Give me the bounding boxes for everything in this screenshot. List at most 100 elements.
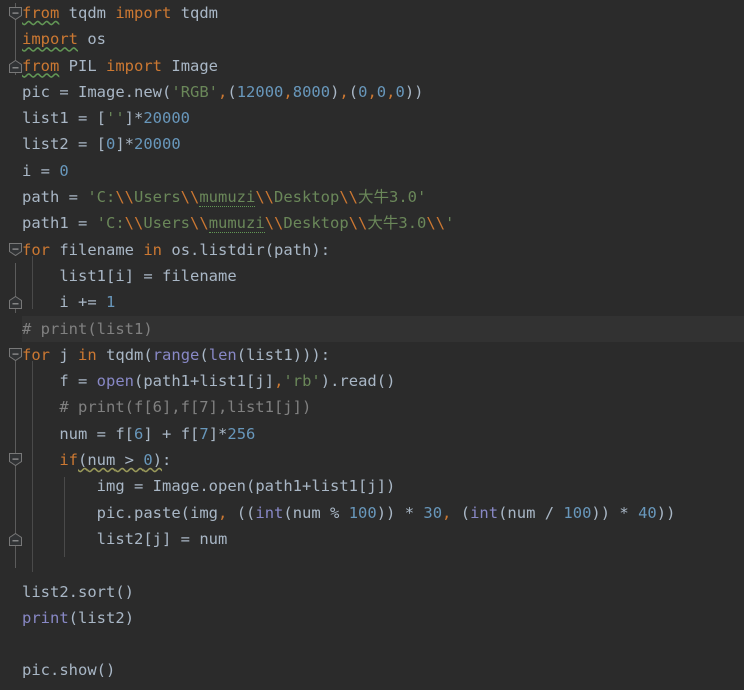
fold-marker-end-for-1[interactable]: [9, 296, 22, 309]
code-line-22[interactable]: [0, 552, 744, 578]
var-num: num: [199, 529, 228, 548]
class-image: Image: [78, 82, 125, 101]
paren: (: [227, 82, 237, 101]
if-condition: (num > 0): [78, 451, 163, 470]
paren: (: [283, 503, 293, 522]
paren: (: [236, 345, 247, 364]
code-line-12[interactable]: i += 1: [0, 289, 744, 315]
var-i: i: [22, 161, 32, 180]
bracket: [: [358, 477, 368, 496]
code-line-25[interactable]: [0, 631, 744, 657]
code-line-21[interactable]: list2[j] = num: [0, 526, 744, 552]
fold-marker-end-if[interactable]: [9, 533, 22, 546]
dot: .: [190, 240, 200, 259]
op: ]*: [124, 109, 144, 128]
code-line-3[interactable]: from PIL import Image: [0, 53, 744, 79]
number-0: 0: [376, 82, 387, 101]
var-img: img: [190, 503, 219, 522]
number-20000: 20000: [143, 109, 191, 128]
keyword-import: import: [115, 4, 172, 22]
paren: (: [246, 477, 256, 496]
fold-marker-start-imports[interactable]: [9, 7, 22, 20]
code-line-14[interactable]: for j in tqdm(range(len(list1))):: [0, 342, 744, 368]
code-line-23[interactable]: list2.sort(): [0, 579, 744, 605]
module-tqdm: tqdm: [68, 4, 106, 22]
var-num: num: [87, 451, 116, 470]
code-line-17[interactable]: num = f[6] + f[7]*256: [0, 421, 744, 447]
escape-seq: \\: [348, 214, 368, 233]
keyword-if: if: [59, 451, 78, 470]
fold-marker-start-for-1[interactable]: [9, 243, 22, 256]
code-line-4[interactable]: pic = Image.new('RGB',(12000,8000),(0,0,…: [0, 79, 744, 105]
string-rgb: 'RGB': [171, 82, 219, 101]
op: =: [87, 424, 116, 443]
builtin-range: range: [152, 345, 200, 364]
code-line-9[interactable]: path1 = 'C:\\Users\\mumuzi\\Desktop\\大牛3…: [0, 210, 744, 236]
string-rb: 'rb': [283, 372, 321, 391]
fold-marker-start-for-2[interactable]: [9, 348, 22, 361]
code-line-13[interactable]: # print(list1): [0, 315, 744, 342]
code-line-18[interactable]: if(num > 0):: [0, 447, 744, 473]
dot: .: [124, 503, 134, 522]
string-quote: ': [445, 214, 455, 233]
paren: (: [199, 345, 209, 364]
op: =: [68, 372, 97, 391]
fold-gutter[interactable]: [0, 0, 22, 690]
escape-seq: \\: [264, 214, 284, 233]
code-line-6[interactable]: list2 = [0]*20000: [0, 131, 744, 157]
code-line-20[interactable]: pic.paste(img, ((int(num % 100)) * 30, (…: [0, 500, 744, 526]
code-line-15[interactable]: f = open(path1+list1[j],'rb').read(): [0, 368, 744, 394]
dot: .: [50, 661, 60, 680]
number-0: 0: [395, 82, 405, 101]
string-desktop: Desktop: [283, 214, 349, 233]
var-i: i: [115, 266, 125, 285]
dot: .: [68, 582, 79, 601]
number-8000: 8000: [292, 82, 331, 101]
code-line-10[interactable]: for filename in os.listdir(path):: [0, 237, 744, 263]
number-30: 30: [423, 503, 443, 522]
fold-marker-start-if[interactable]: [9, 453, 22, 466]
code-line-16[interactable]: # print(f[6],f[7],list1[j]): [0, 394, 744, 420]
code-line-19[interactable]: img = Image.open(path1+list1[j]): [0, 473, 744, 499]
code-editor[interactable]: from tqdm import tqdm import os from PIL…: [0, 0, 744, 690]
code-content[interactable]: from tqdm import tqdm import os from PIL…: [0, 0, 744, 690]
escape-seq: \\: [255, 188, 275, 207]
var-j: j: [152, 529, 163, 548]
comma: ,: [218, 82, 228, 101]
module-pil: PIL: [68, 56, 97, 75]
code-line-1[interactable]: from tqdm import tqdm: [0, 0, 744, 26]
op: ((: [227, 503, 256, 522]
var-num: num: [292, 503, 321, 522]
builtin-int: int: [470, 503, 499, 522]
code-line-8[interactable]: path = 'C:\\Users\\mumuzi\\Desktop\\大牛3.…: [0, 184, 744, 210]
code-line-5[interactable]: list1 = ['']*20000: [0, 105, 744, 131]
op: =: [31, 161, 60, 180]
var-pic: pic: [22, 82, 50, 101]
op: =: [68, 214, 97, 233]
paren: )): [404, 82, 424, 101]
code-line-24[interactable]: print(list2): [0, 605, 744, 631]
var-path: path: [274, 240, 312, 259]
code-line-11[interactable]: list1[i] = filename: [0, 263, 744, 289]
code-line-26[interactable]: pic.show(): [0, 657, 744, 683]
op: =: [50, 82, 78, 101]
op: /: [535, 503, 564, 522]
op: =: [59, 188, 88, 207]
comma: ,: [442, 503, 452, 522]
method-open: open: [208, 477, 246, 496]
fold-marker-end-imports[interactable]: [9, 60, 22, 73]
builtin-len: len: [208, 345, 237, 364]
paren: ): [330, 82, 340, 101]
op: +: [190, 372, 200, 391]
code-line-2[interactable]: import os: [0, 26, 744, 52]
code-line-7[interactable]: i = 0: [0, 158, 744, 184]
var-path1: path1: [143, 372, 191, 391]
op: )) *: [376, 503, 424, 522]
